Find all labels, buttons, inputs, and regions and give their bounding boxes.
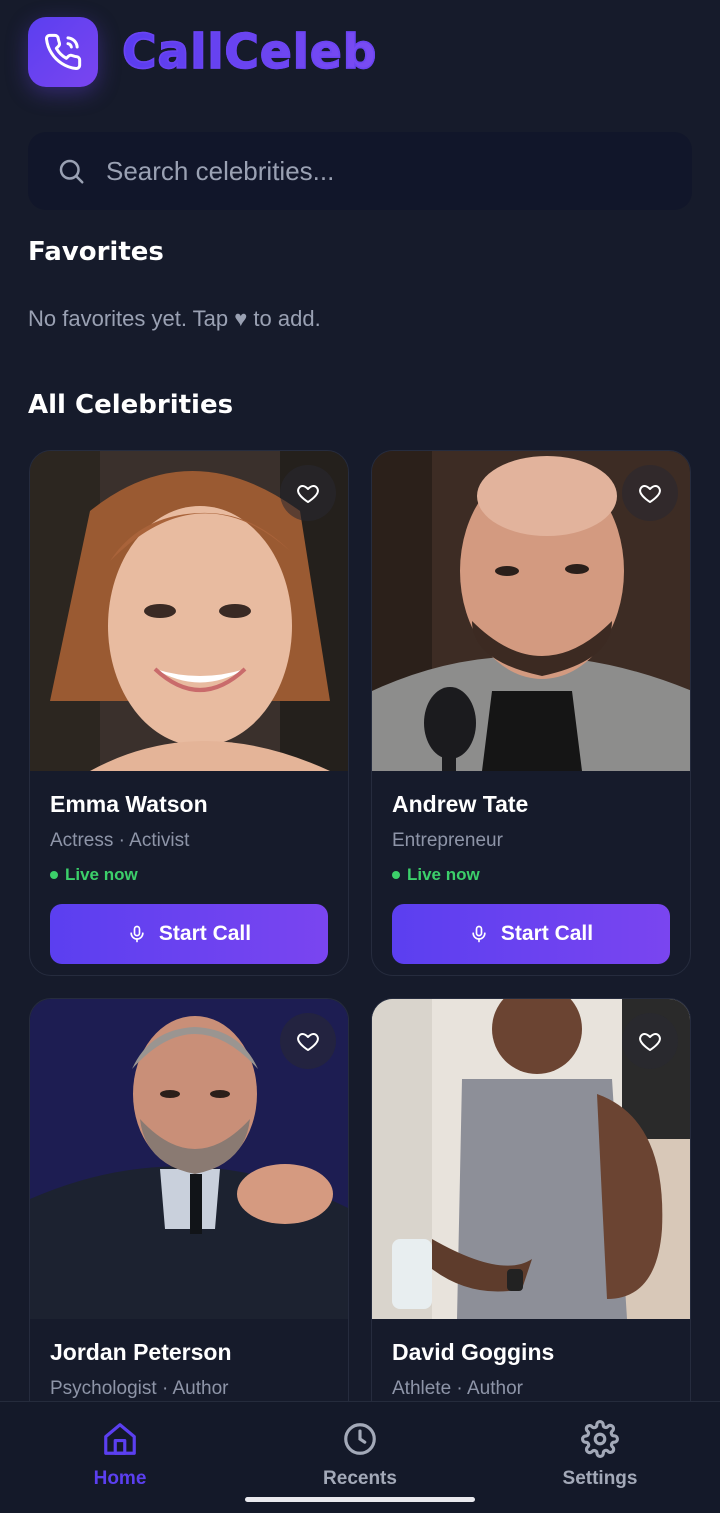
tab-label: Recents [323,1468,397,1489]
celebrity-card-emma-watson[interactable]: Emma Watson Actress · Activist Live now … [29,450,349,976]
start-call-button[interactable]: Start Call [392,904,670,964]
start-call-label: Start Call [158,922,252,945]
home-indicator [245,1497,475,1502]
tab-label: Home [93,1468,147,1489]
live-status: Live now [392,865,670,885]
celebrity-name: David Goggins [392,1339,555,1365]
heart-icon [639,485,661,503]
celebrity-photo [372,451,690,771]
celebrity-photo [372,999,690,1319]
favorites-empty-text: No favorites yet. Tap ♥ to add. [28,306,321,331]
live-dot-icon [392,871,400,879]
celebrity-photo [30,999,348,1319]
heart-icon [639,1033,661,1051]
search-icon [59,159,84,184]
live-status-label: Live now [65,865,138,884]
live-status-label: Live now [407,865,480,884]
start-call-label: Start Call [500,922,594,945]
app-header: CallCeleb [28,17,377,87]
celebrity-name: Jordan Peterson [50,1339,232,1365]
celebrity-card-andrew-tate[interactable]: Andrew Tate Entrepreneur Live now Start … [371,450,691,976]
home-icon [104,1423,136,1455]
tab-home[interactable]: Home [40,1420,200,1490]
favorite-button[interactable] [622,1013,678,1069]
favorite-button[interactable] [622,465,678,521]
microphone-icon [130,925,144,943]
celebrity-card-jordan-peterson[interactable]: Jordan Peterson Psychologist · Author [29,998,349,1401]
tab-label: Settings [562,1468,638,1489]
search-input[interactable] [106,155,626,187]
celebrity-role: Entrepreneur [392,830,503,851]
celebrity-photo [30,451,348,771]
heart-icon [297,1033,319,1051]
all-celebrities-heading: All Celebrities [28,390,234,420]
celebrity-role: Athlete · Author [392,1378,523,1399]
celebrity-role: Actress · Activist [50,830,190,851]
start-call-button[interactable]: Start Call [50,904,328,964]
celebrity-name: Emma Watson [50,791,208,817]
clock-icon [344,1423,376,1455]
tab-settings[interactable]: Settings [520,1420,680,1490]
microphone-icon [472,925,486,943]
celebrity-card-david-goggins[interactable]: David Goggins Athlete · Author [371,998,691,1401]
favorites-heading: Favorites [28,237,164,267]
celebrity-name: Andrew Tate [392,791,529,817]
heart-icon [297,485,319,503]
live-dot-icon [50,871,58,879]
phone-icon [45,33,82,70]
tab-recents[interactable]: Recents [280,1420,440,1490]
search-bar[interactable] [28,132,692,210]
live-status: Live now [50,865,328,885]
celebrity-role: Psychologist · Author [50,1378,229,1399]
gear-icon [581,1420,619,1458]
favorite-button[interactable] [280,465,336,521]
favorite-button[interactable] [280,1013,336,1069]
logo [28,17,98,87]
app-title: CallCeleb [121,24,378,81]
